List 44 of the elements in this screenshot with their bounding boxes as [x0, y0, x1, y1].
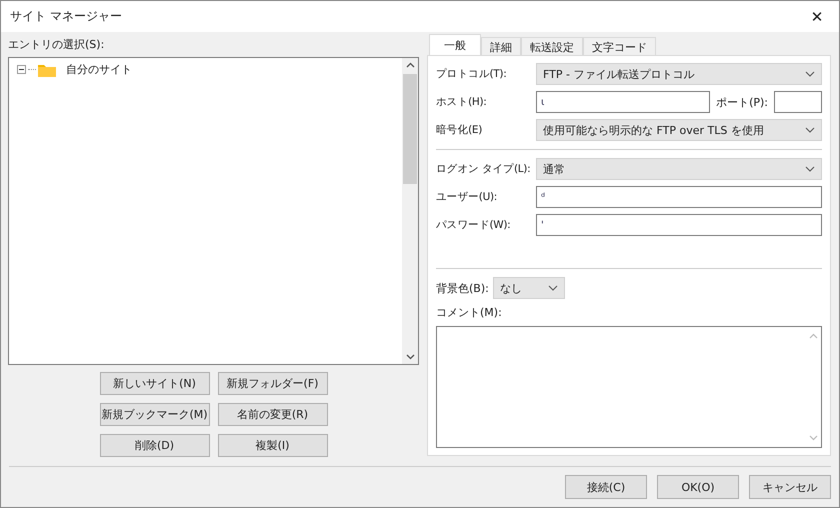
- field-label: パスワード(W):: [436, 218, 512, 232]
- chevron-icon: [805, 71, 815, 77]
- site-button[interactable]: 新しいサイト(N): [100, 372, 210, 395]
- collapse-icon[interactable]: [17, 65, 26, 74]
- chevron-icon: [805, 127, 815, 133]
- field-label: コメント(M):: [436, 305, 503, 320]
- folder-icon: [38, 62, 56, 76]
- field-label: ポート(P):: [716, 94, 768, 110]
- tree-item[interactable]: 自分のサイト: [62, 62, 136, 77]
- tab[interactable]: 転送設定: [521, 37, 583, 55]
- tab[interactable]: 一般: [429, 34, 481, 55]
- dialog-button[interactable]: 接続(C): [565, 475, 647, 499]
- host-field[interactable]: ι: [536, 91, 710, 113]
- protocol-dropdown[interactable]: FTP - ファイル転送プロトコル: [536, 63, 822, 85]
- site-button[interactable]: 新規フォルダー(F): [218, 372, 328, 395]
- site-button[interactable]: 削除(D): [100, 434, 210, 457]
- password-field[interactable]: ': [536, 214, 822, 236]
- tab[interactable]: 詳細: [481, 37, 521, 55]
- chevron-icon: [805, 166, 815, 172]
- site-button[interactable]: 新規ブックマーク(M): [100, 403, 210, 426]
- logon-type-dropdown[interactable]: 通常: [536, 158, 822, 180]
- window-title: サイト マネージャー: [10, 8, 122, 25]
- scroll-up-icon[interactable]: [406, 62, 414, 68]
- port-field[interactable]: [774, 91, 822, 113]
- field-label: ホスト(H):: [436, 95, 488, 109]
- field-label: ユーザー(U):: [436, 190, 498, 204]
- tab[interactable]: 文字コード: [583, 37, 656, 55]
- site-button[interactable]: 複製(I): [218, 434, 328, 457]
- scrollbar[interactable]: [402, 58, 418, 364]
- encryption-dropdown[interactable]: 使用可能なら明示的な FTP over TLS を使用: [536, 119, 822, 141]
- background-color-dropdown[interactable]: なし: [492, 277, 565, 299]
- field-label: ログオン タイプ(L):: [436, 162, 530, 176]
- scroll-down-icon[interactable]: [406, 354, 414, 360]
- user-field[interactable]: ᵈ: [536, 186, 822, 208]
- field-label: 背景色(B):: [436, 280, 489, 296]
- scroll-thumb[interactable]: [403, 74, 417, 184]
- field-label: 暗号化(E): [436, 123, 484, 137]
- entry-label: エントリの選択(S):: [8, 37, 106, 53]
- close-button[interactable]: ✕: [795, 1, 839, 32]
- chevron-icon: [548, 285, 558, 291]
- dialog-button[interactable]: キャンセル: [749, 475, 831, 499]
- site-button[interactable]: 名前の変更(R): [218, 403, 328, 426]
- field-label: プロトコル(T):: [436, 67, 508, 81]
- dialog-button[interactable]: OK(O): [657, 475, 739, 499]
